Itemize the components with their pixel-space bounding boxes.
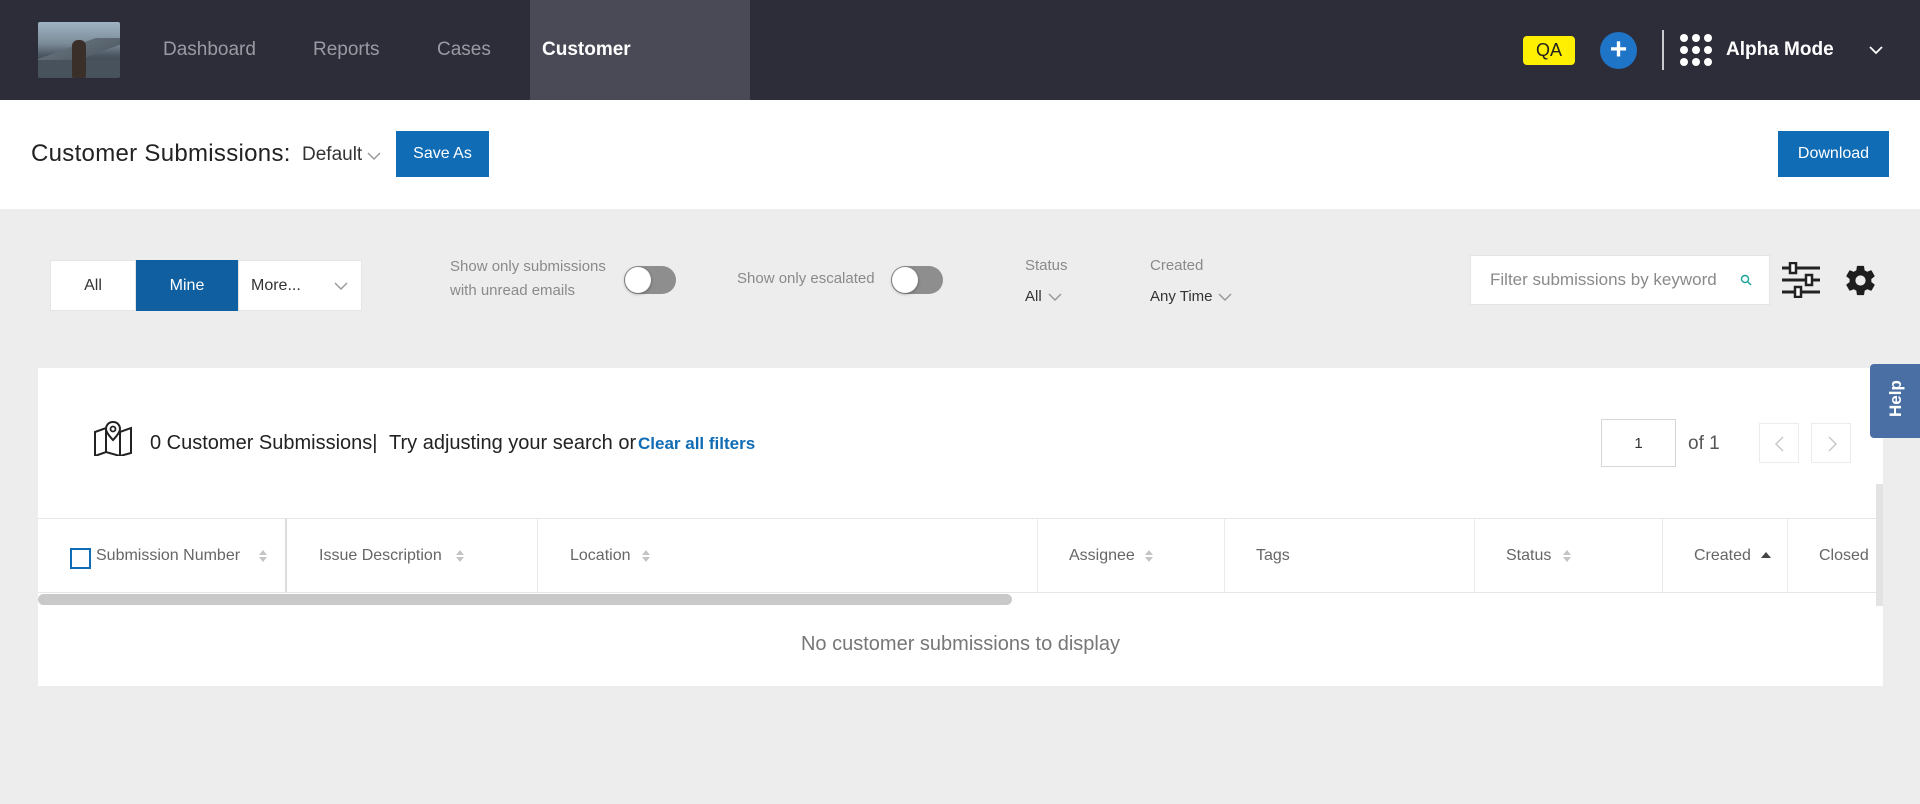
filter-more-dropdown[interactable]: More... [238, 260, 362, 311]
results-count: 0 Customer Submissions| [150, 432, 378, 454]
search-icon[interactable] [1740, 274, 1752, 286]
status-filter-label: Status [1025, 257, 1068, 274]
download-button[interactable]: Download [1778, 131, 1889, 177]
column-status[interactable]: Status [1475, 519, 1663, 592]
qa-badge: QA [1523, 36, 1575, 65]
help-label: Help [1886, 380, 1905, 417]
map-pin-icon [94, 420, 132, 456]
chevron-left-icon [1774, 436, 1784, 452]
column-label: Assignee [1069, 547, 1135, 564]
filter-mine-tab[interactable]: Mine [136, 260, 238, 311]
chevron-right-icon [1828, 436, 1838, 452]
column-label: Created [1694, 547, 1751, 564]
escalated-label: Show only escalated [737, 270, 875, 287]
column-label: Status [1506, 547, 1552, 564]
search-box [1470, 255, 1770, 305]
page-number-input[interactable] [1601, 419, 1676, 467]
results-hint: Try adjusting your search or [389, 432, 637, 454]
clear-all-filters-link[interactable]: Clear all filters [638, 434, 755, 454]
column-label: Submission Number [96, 547, 241, 564]
page-total: of 1 [1688, 433, 1720, 454]
column-label: Closed [1819, 547, 1869, 564]
sort-icon [642, 550, 650, 562]
chevron-down-icon[interactable] [366, 150, 382, 162]
add-button[interactable]: + [1600, 32, 1637, 69]
created-filter-label: Created [1150, 257, 1204, 274]
nav-divider [1662, 30, 1664, 70]
nav-item-cases[interactable]: Cases [437, 0, 491, 100]
account-name[interactable]: Alpha Mode [1726, 0, 1834, 100]
help-tab[interactable]: Help [1870, 364, 1920, 438]
filter-more-label: More... [251, 277, 301, 294]
column-label: Issue Description [319, 547, 442, 564]
nav-item-dashboard[interactable]: Dashboard [163, 0, 256, 100]
filter-all-tab[interactable]: All [50, 260, 136, 311]
sort-icon [456, 550, 464, 562]
created-filter-value[interactable]: Any Time [1150, 288, 1213, 305]
unread-emails-toggle[interactable] [624, 266, 676, 294]
sort-icon [1145, 550, 1153, 562]
column-issue-description[interactable]: Issue Description [287, 519, 538, 592]
sliders-icon[interactable] [1782, 262, 1820, 298]
view-select[interactable]: Default [302, 144, 362, 166]
column-label: Location [570, 547, 631, 564]
next-page-button[interactable] [1811, 423, 1851, 463]
select-all-checkbox[interactable] [70, 548, 91, 569]
column-assignee[interactable]: Assignee [1038, 519, 1225, 592]
unread-emails-label-line2: with unread emails [450, 282, 576, 299]
horizontal-scrollbar[interactable] [38, 594, 1012, 605]
column-tags: Tags [1225, 519, 1475, 592]
sort-ascending-icon [1761, 552, 1771, 558]
top-navigation: Dashboard Reports Cases Customer Submiss… [0, 0, 1920, 160]
gear-icon[interactable] [1843, 263, 1878, 298]
page-header: Customer Submissions: Default Save As Do… [0, 100, 1920, 209]
nav-item-reports[interactable]: Reports [313, 0, 380, 100]
column-label: Tags [1256, 547, 1290, 564]
vertical-scrollbar[interactable] [1876, 484, 1883, 606]
logo-image[interactable] [38, 22, 120, 78]
unread-emails-label-line1: Show only submissions [450, 258, 606, 275]
sort-icon [1563, 550, 1571, 562]
column-created[interactable]: Created [1663, 519, 1788, 592]
chevron-down-icon[interactable] [1218, 292, 1232, 302]
page-title: Customer Submissions: [31, 140, 291, 167]
status-filter-value[interactable]: All [1025, 288, 1042, 305]
table-header: Submission Number Issue Description Loca… [38, 518, 1883, 593]
save-as-button[interactable]: Save As [396, 131, 489, 177]
unread-emails-label: Show only submissions with unread emails [450, 255, 606, 303]
chevron-down-icon[interactable] [1048, 292, 1062, 302]
sort-icon [259, 550, 267, 562]
column-closed[interactable]: Closed [1788, 519, 1883, 592]
chevron-down-icon[interactable] [1868, 42, 1884, 58]
chevron-down-icon [334, 282, 348, 291]
column-location[interactable]: Location [538, 519, 1038, 592]
apps-grid-icon[interactable] [1680, 34, 1712, 66]
nav-item-customer-submissions[interactable]: Customer Submissions [530, 0, 750, 160]
empty-state-message: No customer submissions to display [800, 633, 1120, 655]
escalated-toggle[interactable] [891, 266, 943, 294]
search-input[interactable] [1471, 256, 1731, 304]
prev-page-button[interactable] [1759, 423, 1799, 463]
